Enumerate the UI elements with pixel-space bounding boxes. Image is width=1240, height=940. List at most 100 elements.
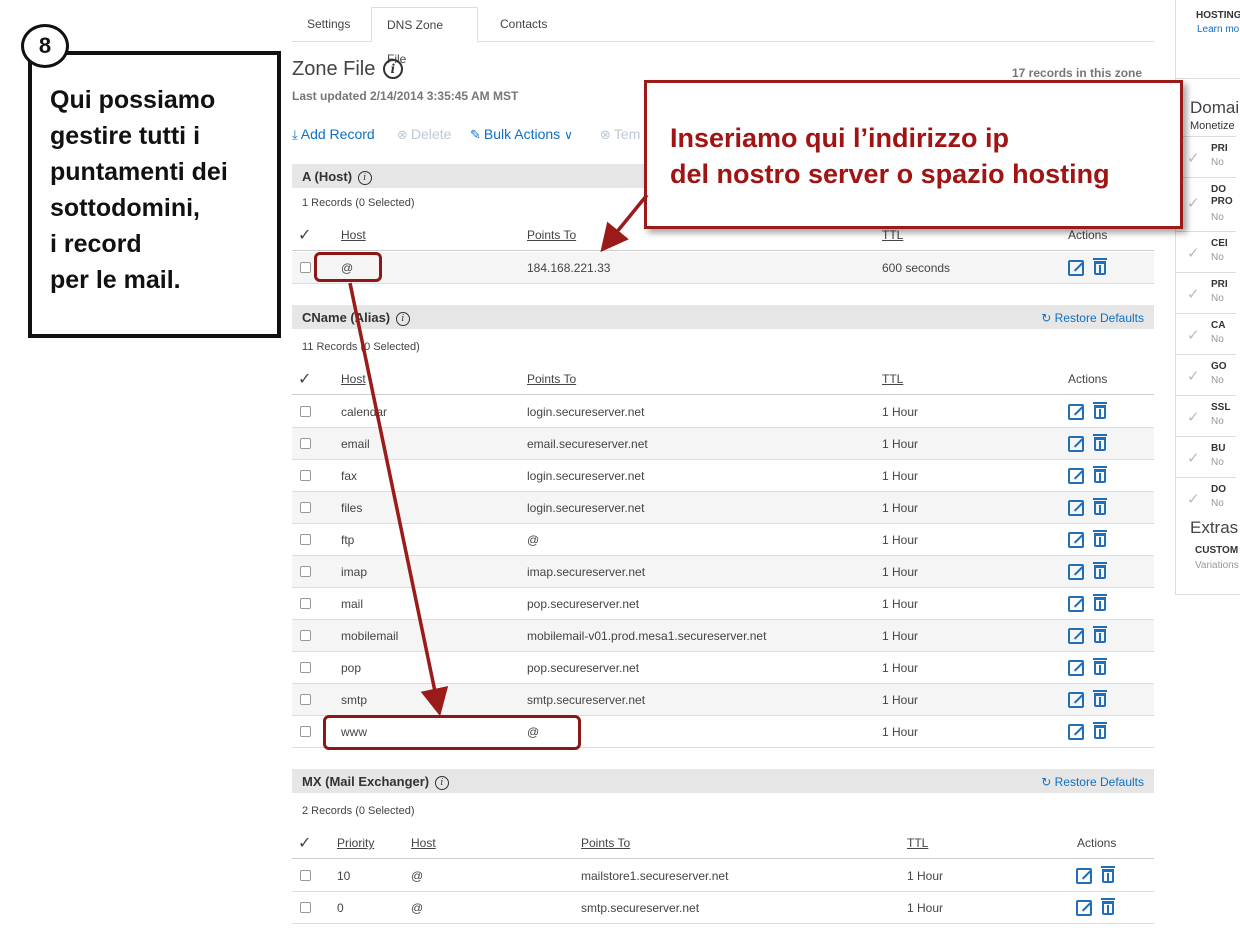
row-checkbox[interactable] bbox=[300, 870, 311, 881]
ttl-cell: 1 Hour bbox=[882, 501, 919, 515]
learn-more-link[interactable]: Learn mo bbox=[1197, 24, 1239, 35]
a-host-title: A (Host) i bbox=[302, 169, 372, 185]
row-checkbox[interactable] bbox=[300, 534, 311, 545]
sidebar-item[interactable]: ✓ DO No bbox=[1176, 477, 1236, 517]
priority-cell: 10 bbox=[337, 869, 351, 883]
points-to-cell: email.secureserver.net bbox=[527, 437, 648, 451]
sidebar-item[interactable]: ✓ CA No bbox=[1176, 313, 1236, 353]
info-icon[interactable]: i bbox=[357, 171, 372, 185]
row-checkbox[interactable] bbox=[300, 502, 311, 513]
table-row: smtp smtp.secureserver.net 1 Hour bbox=[292, 684, 1154, 716]
row-checkbox[interactable] bbox=[300, 406, 311, 417]
trash-icon[interactable] bbox=[1093, 658, 1107, 675]
col-points-to[interactable]: Points To bbox=[527, 219, 576, 251]
row-checkbox[interactable] bbox=[300, 902, 311, 913]
row-checkbox[interactable] bbox=[300, 694, 311, 705]
custom-label: CUSTOM bbox=[1195, 545, 1239, 556]
edit-icon[interactable] bbox=[1076, 868, 1092, 884]
trash-icon[interactable] bbox=[1093, 258, 1107, 275]
cname-record-count: 11 Records (0 Selected) bbox=[302, 341, 420, 353]
info-icon[interactable]: i bbox=[434, 776, 449, 790]
add-record-button[interactable]: ⤓ Add Record bbox=[292, 126, 375, 143]
edit-icon[interactable] bbox=[1068, 692, 1084, 708]
templates-button[interactable]: ⊗ Tem bbox=[600, 126, 640, 143]
trash-icon[interactable] bbox=[1093, 466, 1107, 483]
row-checkbox[interactable] bbox=[300, 262, 311, 273]
check-icon: ✓ bbox=[1187, 409, 1200, 426]
check-icon: ✓ bbox=[1187, 368, 1200, 385]
edit-icon[interactable] bbox=[1068, 724, 1084, 740]
host-cell: imap bbox=[341, 565, 368, 579]
col-ttl[interactable]: TTL bbox=[907, 827, 928, 859]
edit-icon[interactable] bbox=[1068, 596, 1084, 612]
col-priority[interactable]: Priority bbox=[337, 827, 374, 859]
tab-contacts[interactable]: Contacts bbox=[485, 7, 562, 42]
restore-defaults-link[interactable]: ↻ Restore Defaults bbox=[1041, 775, 1144, 789]
edit-icon[interactable] bbox=[1076, 900, 1092, 916]
monetize-link[interactable]: Monetize bbox=[1190, 120, 1235, 132]
host-cell: email bbox=[341, 437, 370, 451]
points-to-cell: login.secureserver.net bbox=[527, 501, 645, 515]
select-all-check-icon[interactable]: ✓ bbox=[298, 833, 311, 853]
trash-icon[interactable] bbox=[1093, 530, 1107, 547]
trash-icon[interactable] bbox=[1101, 866, 1115, 883]
edit-icon[interactable] bbox=[1068, 532, 1084, 548]
tab-dns-zone-file[interactable]: DNS Zone File bbox=[371, 7, 478, 66]
col-host[interactable]: Host bbox=[411, 827, 436, 859]
sidebar-item[interactable]: ✓ GO No bbox=[1176, 354, 1236, 394]
edit-icon[interactable] bbox=[1068, 468, 1084, 484]
trash-icon[interactable] bbox=[1093, 562, 1107, 579]
edit-icon[interactable] bbox=[1068, 660, 1084, 676]
select-all-check-icon[interactable]: ✓ bbox=[298, 369, 311, 389]
item-title: DO bbox=[1211, 484, 1226, 495]
trash-icon[interactable] bbox=[1093, 402, 1107, 419]
tab-settings[interactable]: Settings bbox=[292, 7, 365, 42]
trash-icon[interactable] bbox=[1093, 434, 1107, 451]
bulk-actions-button[interactable]: ✎ Bulk Actions ∨ bbox=[470, 126, 573, 143]
ttl-cell: 1 Hour bbox=[882, 405, 919, 419]
sidebar-item[interactable]: ✓ SSL No bbox=[1176, 395, 1236, 435]
item-note: No bbox=[1211, 416, 1224, 427]
col-ttl[interactable]: TTL bbox=[882, 363, 903, 395]
trash-icon[interactable] bbox=[1093, 690, 1107, 707]
row-checkbox[interactable] bbox=[300, 438, 311, 449]
edit-icon[interactable] bbox=[1068, 404, 1084, 420]
host-cell: smtp bbox=[341, 693, 368, 707]
row-checkbox[interactable] bbox=[300, 726, 311, 737]
sidebar-item[interactable]: ✓ DO PRO No bbox=[1176, 177, 1236, 229]
sidebar-item[interactable]: ✓ CEI No bbox=[1176, 231, 1236, 271]
trash-icon[interactable] bbox=[1093, 594, 1107, 611]
trash-icon[interactable] bbox=[1101, 898, 1115, 915]
sidebar-item[interactable]: ✓ PRI No bbox=[1176, 136, 1236, 176]
edit-icon[interactable] bbox=[1068, 628, 1084, 644]
sidebar-item[interactable]: ✓ PRI No bbox=[1176, 272, 1236, 312]
col-points-to[interactable]: Points To bbox=[527, 363, 576, 395]
row-checkbox[interactable] bbox=[300, 630, 311, 641]
left-callout-text: Qui possiamo gestire tutti i puntamenti … bbox=[50, 86, 228, 294]
edit-icon[interactable] bbox=[1068, 564, 1084, 580]
col-points-to[interactable]: Points To bbox=[581, 827, 630, 859]
col-host[interactable]: Host bbox=[341, 363, 366, 395]
edit-icon[interactable] bbox=[1068, 500, 1084, 516]
edit-icon[interactable] bbox=[1068, 260, 1084, 276]
row-checkbox[interactable] bbox=[300, 662, 311, 673]
delete-button[interactable]: ⊗ Delete bbox=[397, 126, 451, 143]
row-checkbox[interactable] bbox=[300, 598, 311, 609]
cname-header-row: ✓ Host Points To TTL Actions bbox=[292, 363, 1154, 395]
edit-icon[interactable] bbox=[1068, 436, 1084, 452]
sidebar-item[interactable]: ✓ BU No bbox=[1176, 436, 1236, 476]
right-sidebar: HOSTING Learn mo Domai Monetize ✓ PRI No ✓… bbox=[1175, 0, 1240, 595]
cname-title: CName (Alias) i bbox=[302, 310, 410, 326]
ttl-cell: 1 Hour bbox=[882, 693, 919, 707]
info-icon[interactable]: i bbox=[395, 312, 410, 326]
cname-section-header: CName (Alias) i ↻ Restore Defaults bbox=[292, 305, 1154, 329]
row-checkbox[interactable] bbox=[300, 566, 311, 577]
row-checkbox[interactable] bbox=[300, 470, 311, 481]
col-host[interactable]: Host bbox=[341, 219, 366, 251]
info-icon[interactable]: i bbox=[382, 59, 403, 79]
restore-defaults-link[interactable]: ↻ Restore Defaults bbox=[1041, 311, 1144, 325]
trash-icon[interactable] bbox=[1093, 722, 1107, 739]
select-all-check-icon[interactable]: ✓ bbox=[298, 225, 311, 245]
trash-icon[interactable] bbox=[1093, 626, 1107, 643]
trash-icon[interactable] bbox=[1093, 498, 1107, 515]
